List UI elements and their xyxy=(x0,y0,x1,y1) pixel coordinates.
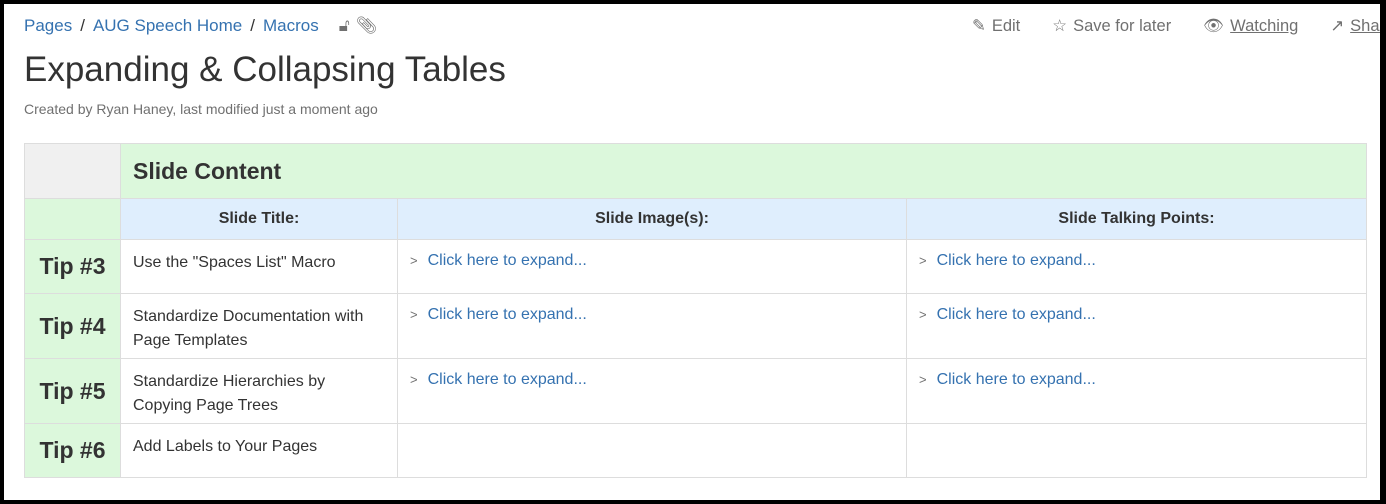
breadcrumb-macros[interactable]: Macros xyxy=(263,16,319,36)
star-icon: ☆ xyxy=(1052,17,1068,35)
tip-label: Tip #6 xyxy=(24,423,121,478)
save-for-later-button[interactable]: ☆ Save for later xyxy=(1052,16,1171,36)
tip-label: Tip #3 xyxy=(24,239,121,294)
chevron-right-icon: > xyxy=(919,307,927,322)
table-row: Tip #3 Use the "Spaces List" Macro > Clic… xyxy=(24,239,1368,294)
tip-label: Tip #4 xyxy=(24,293,121,359)
table-row: Tip #6 Add Labels to Your Pages xyxy=(24,423,1368,478)
pencil-icon: ✎ xyxy=(972,17,986,35)
expand-link[interactable]: Click here to expand... xyxy=(937,252,1096,269)
expand-points[interactable]: > Click here to expand... xyxy=(905,358,1368,424)
expand-link[interactable]: Click here to expand... xyxy=(428,371,587,388)
watching-button[interactable]: 👁︎ Watching xyxy=(1203,16,1298,36)
slide-title: Standardize Documentation with Page Temp… xyxy=(120,293,398,359)
expand-points[interactable]: > Click here to expand... xyxy=(905,293,1368,359)
slide-title: Add Labels to Your Pages xyxy=(120,423,398,478)
edit-button[interactable]: ✎ Edit xyxy=(972,16,1020,36)
expand-images[interactable]: > Click here to expand... xyxy=(397,358,907,424)
tip-label: Tip #5 xyxy=(24,358,121,424)
chevron-right-icon: > xyxy=(410,372,418,387)
slides-table: Slide Content Slide Title: Slide Image(s… xyxy=(24,143,1368,478)
empty-header-cell xyxy=(24,198,121,240)
page-actions: ✎ Edit ☆ Save for later 👁︎ Watching ↗ Share xyxy=(972,16,1380,36)
slide-title: Standardize Hierarchies by Copying Page … xyxy=(120,358,398,424)
empty-corner-cell xyxy=(24,143,121,199)
column-header-row: Slide Title: Slide Image(s): Slide Talki… xyxy=(24,198,1368,240)
confluence-page: Pages / AUG Speech Home / Macros 🔓︎ 📎︎ ✎ Ed… xyxy=(4,4,1380,500)
unlock-icon[interactable]: 🔓︎ xyxy=(339,16,350,36)
expand-link[interactable]: Click here to expand... xyxy=(937,371,1096,388)
eye-icon: 👁︎ xyxy=(1203,16,1225,35)
chevron-right-icon: > xyxy=(410,307,418,322)
group-header-row: Slide Content xyxy=(24,143,1368,199)
col-slide-title: Slide Title: xyxy=(120,198,398,240)
expand-images[interactable]: > Click here to expand... xyxy=(397,239,907,294)
chevron-right-icon: > xyxy=(410,253,418,268)
expand-link[interactable]: Click here to expand... xyxy=(428,306,587,323)
col-slide-images: Slide Image(s): xyxy=(397,198,907,240)
breadcrumb-pages[interactable]: Pages xyxy=(24,16,72,36)
expand-images[interactable]: > Click here to expand... xyxy=(397,293,907,359)
chevron-right-icon: > xyxy=(919,372,927,387)
slide-title: Use the "Spaces List" Macro xyxy=(120,239,398,294)
expand-link[interactable]: Click here to expand... xyxy=(428,252,587,269)
empty-images-cell xyxy=(397,423,907,478)
col-talking-points: Slide Talking Points: xyxy=(905,198,1368,240)
expand-points[interactable]: > Click here to expand... xyxy=(905,239,1368,294)
empty-points-cell xyxy=(905,423,1368,478)
expand-link[interactable]: Click here to expand... xyxy=(937,306,1096,323)
watching-label: Watching xyxy=(1230,16,1299,35)
separator: / xyxy=(80,16,85,35)
share-icon: ↗ xyxy=(1330,17,1345,35)
table-row: Tip #4 Standardize Documentation with Pa… xyxy=(24,293,1368,359)
breadcrumb: Pages / AUG Speech Home / Macros 🔓︎ 📎︎ xyxy=(24,16,377,36)
page-title: Expanding & Collapsing Tables xyxy=(24,50,506,89)
table-row: Tip #5 Standardize Hierarchies by Copyin… xyxy=(24,358,1368,424)
chevron-right-icon: > xyxy=(919,253,927,268)
edit-label: Edit xyxy=(991,16,1021,35)
share-label: Share xyxy=(1350,16,1380,35)
breadcrumb-aug-speech-home[interactable]: AUG Speech Home xyxy=(93,16,242,36)
page-metadata: Created by Ryan Haney, last modified jus… xyxy=(24,101,378,117)
save-label: Save for later xyxy=(1073,16,1172,35)
share-button[interactable]: ↗ Share xyxy=(1330,16,1380,36)
slide-content-header: Slide Content xyxy=(119,143,1368,199)
paperclip-icon[interactable]: 📎︎ xyxy=(356,16,378,36)
separator: / xyxy=(250,16,255,35)
